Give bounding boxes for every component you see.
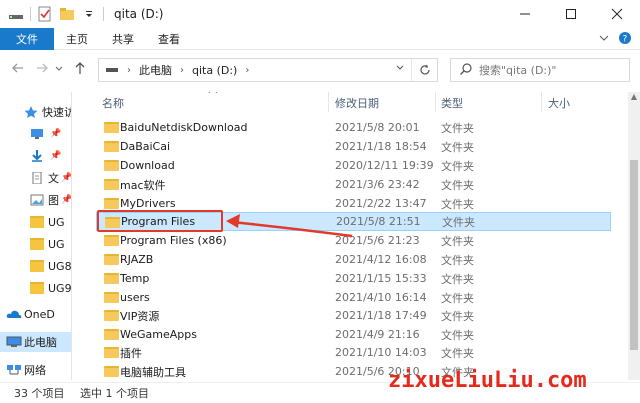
item-count: 33 个项目 — [14, 387, 65, 400]
scrollbar-thumb[interactable] — [630, 160, 638, 350]
annotation-arrow — [226, 214, 353, 238]
watermark-text: zixueLiuLiu.com — [388, 368, 587, 393]
selection-count: 选中 1 个项目 — [80, 387, 149, 400]
vertical-scrollbar[interactable]: ▲ — [628, 92, 640, 380]
scroll-up-icon[interactable]: ▲ — [628, 92, 640, 104]
